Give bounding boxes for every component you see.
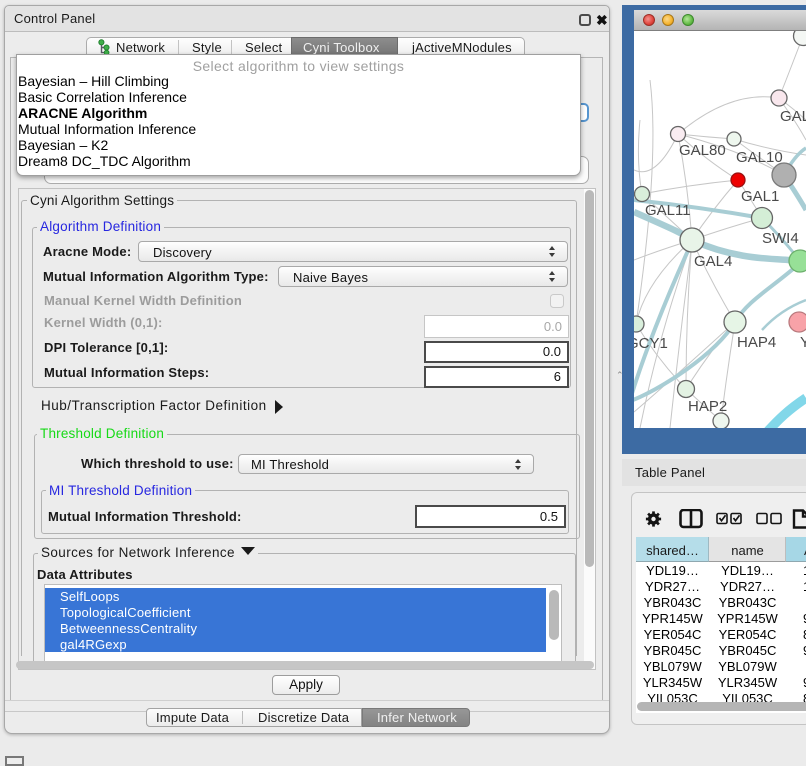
svg-text:HAP4: HAP4 xyxy=(737,334,776,351)
svg-text:GAL11: GAL11 xyxy=(645,202,691,219)
svg-text:GAL7: GAL7 xyxy=(780,108,806,125)
svg-text:Y: Y xyxy=(800,334,806,351)
svg-text:GCY1: GCY1 xyxy=(634,335,668,352)
svg-text:GAL10: GAL10 xyxy=(736,149,783,166)
svg-text:GAL4: GAL4 xyxy=(694,253,732,270)
svg-text:GAL80: GAL80 xyxy=(679,142,726,159)
svg-text:SWI4: SWI4 xyxy=(762,230,799,247)
svg-text:GAL1: GAL1 xyxy=(741,188,779,205)
svg-text:HAP2: HAP2 xyxy=(688,398,727,415)
